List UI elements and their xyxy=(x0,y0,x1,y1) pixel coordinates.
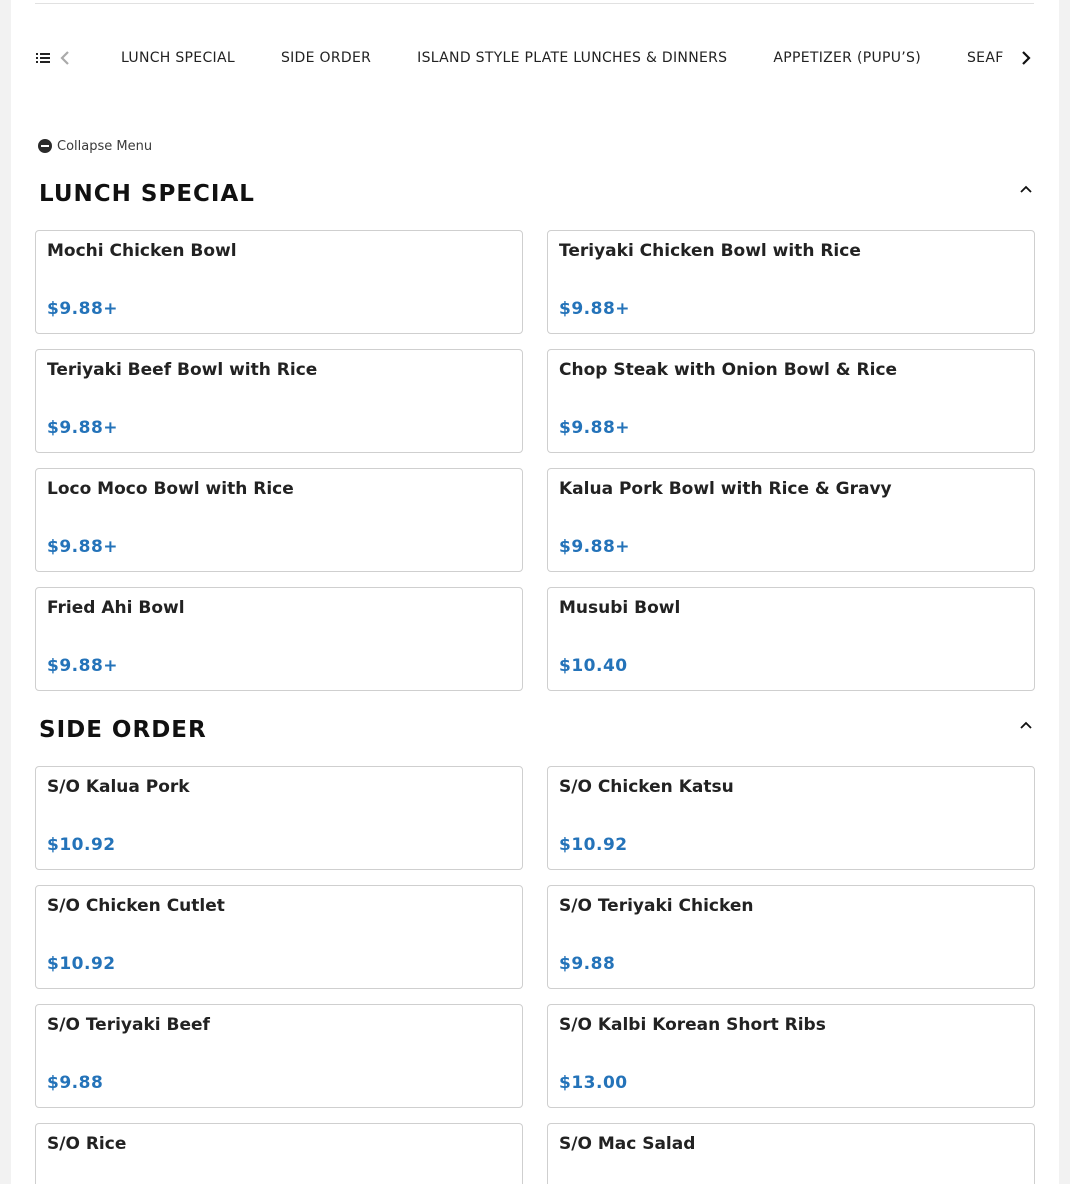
section-header-side-order[interactable]: SIDE ORDER xyxy=(39,717,1034,757)
item-price: $9.88+ xyxy=(47,537,119,557)
item-name: Musubi Bowl xyxy=(559,598,681,618)
item-name: S/O Teriyaki Beef xyxy=(47,1015,210,1035)
collapse-menu-label: Collapse Menu xyxy=(57,138,153,154)
chevron-right-icon[interactable] xyxy=(1018,48,1034,68)
nav-item-lunch-special[interactable]: LUNCH SPECIAL xyxy=(121,38,235,78)
menu-item-card[interactable]: S/O Kalua Pork $10.92 xyxy=(35,766,523,870)
item-name: Kalua Pork Bowl with Rice & Gravy xyxy=(559,479,892,499)
menu-item-card[interactable]: S/O Teriyaki Chicken $9.88 xyxy=(547,885,1035,989)
menu-item-card[interactable]: S/O Mac Salad xyxy=(547,1123,1035,1184)
menu-item-card[interactable]: Loco Moco Bowl with Rice $9.88+ xyxy=(35,468,523,572)
item-name: Chop Steak with Onion Bowl & Rice xyxy=(559,360,898,380)
item-price: $9.88 xyxy=(559,954,616,974)
menu-item-card[interactable]: Teriyaki Beef Bowl with Rice $9.88+ xyxy=(35,349,523,453)
item-price: $13.00 xyxy=(559,1073,628,1093)
category-track: LUNCH SPECIAL SIDE ORDER ISLAND STYLE PLAT… xyxy=(121,38,1004,78)
item-name: Fried Ahi Bowl xyxy=(47,598,185,618)
menu-item-card[interactable]: Teriyaki Chicken Bowl with Rice $9.88+ xyxy=(547,230,1035,334)
nav-item-seafood[interactable]: SEAFOOD xyxy=(967,38,1004,78)
nav-item-island-style[interactable]: ISLAND STYLE PLATE LUNCHES & DINNERS xyxy=(417,38,727,78)
section-header-lunch-special[interactable]: LUNCH SPECIAL xyxy=(39,181,1034,221)
item-name: S/O Chicken Katsu xyxy=(559,777,734,797)
item-name: S/O Teriyaki Chicken xyxy=(559,896,754,916)
item-name: S/O Rice xyxy=(47,1134,127,1154)
nav-item-side-order[interactable]: SIDE ORDER xyxy=(281,38,371,78)
category-nav: LUNCH SPECIAL SIDE ORDER ISLAND STYLE PLAT… xyxy=(35,38,1034,78)
item-name: Teriyaki Beef Bowl with Rice xyxy=(47,360,318,380)
item-price: $9.88+ xyxy=(47,656,119,676)
chevron-up-icon[interactable] xyxy=(1018,181,1034,197)
menu-item-card[interactable]: S/O Chicken Cutlet $10.92 xyxy=(35,885,523,989)
item-price: $9.88+ xyxy=(47,299,119,319)
item-name: Mochi Chicken Bowl xyxy=(47,241,237,261)
item-name: S/O Chicken Cutlet xyxy=(47,896,225,916)
menu-item-card[interactable]: S/O Rice xyxy=(35,1123,523,1184)
menu-item-card[interactable]: Fried Ahi Bowl $9.88+ xyxy=(35,587,523,691)
item-price: $9.88+ xyxy=(47,418,119,438)
minus-circle-icon xyxy=(38,139,52,153)
item-name: S/O Kalua Pork xyxy=(47,777,190,797)
item-price: $10.92 xyxy=(47,835,116,855)
menu-item-card[interactable]: Chop Steak with Onion Bowl & Rice $9.88+ xyxy=(547,349,1035,453)
section-title: SIDE ORDER xyxy=(39,717,207,743)
menu-item-card[interactable]: S/O Chicken Katsu $10.92 xyxy=(547,766,1035,870)
item-price: $9.88+ xyxy=(559,299,631,319)
item-price: $10.40 xyxy=(559,656,628,676)
chevron-up-icon[interactable] xyxy=(1018,717,1034,733)
item-name: S/O Kalbi Korean Short Ribs xyxy=(559,1015,826,1035)
section-title: LUNCH SPECIAL xyxy=(39,181,255,207)
menu-item-card[interactable]: Mochi Chicken Bowl $9.88+ xyxy=(35,230,523,334)
item-price: $9.88+ xyxy=(559,418,631,438)
chevron-left-icon[interactable] xyxy=(57,48,73,68)
collapse-menu-button[interactable]: Collapse Menu xyxy=(38,136,152,156)
item-price: $10.92 xyxy=(47,954,116,974)
menu-item-card[interactable]: S/O Teriyaki Beef $9.88 xyxy=(35,1004,523,1108)
nav-item-appetizer[interactable]: APPETIZER (PUPU’S) xyxy=(773,38,921,78)
item-name: Teriyaki Chicken Bowl with Rice xyxy=(559,241,861,261)
item-name: S/O Mac Salad xyxy=(559,1134,696,1154)
item-price: $9.88 xyxy=(47,1073,104,1093)
item-price: $10.92 xyxy=(559,835,628,855)
menu-item-card[interactable]: Kalua Pork Bowl with Rice & Gravy $9.88+ xyxy=(547,468,1035,572)
list-icon[interactable] xyxy=(35,50,51,66)
item-price: $9.88+ xyxy=(559,537,631,557)
menu-item-card[interactable]: Musubi Bowl $10.40 xyxy=(547,587,1035,691)
menu-page: LUNCH SPECIAL SIDE ORDER ISLAND STYLE PLAT… xyxy=(11,0,1059,1184)
menu-item-card[interactable]: S/O Kalbi Korean Short Ribs $13.00 xyxy=(547,1004,1035,1108)
item-name: Loco Moco Bowl with Rice xyxy=(47,479,294,499)
top-divider xyxy=(35,3,1034,4)
